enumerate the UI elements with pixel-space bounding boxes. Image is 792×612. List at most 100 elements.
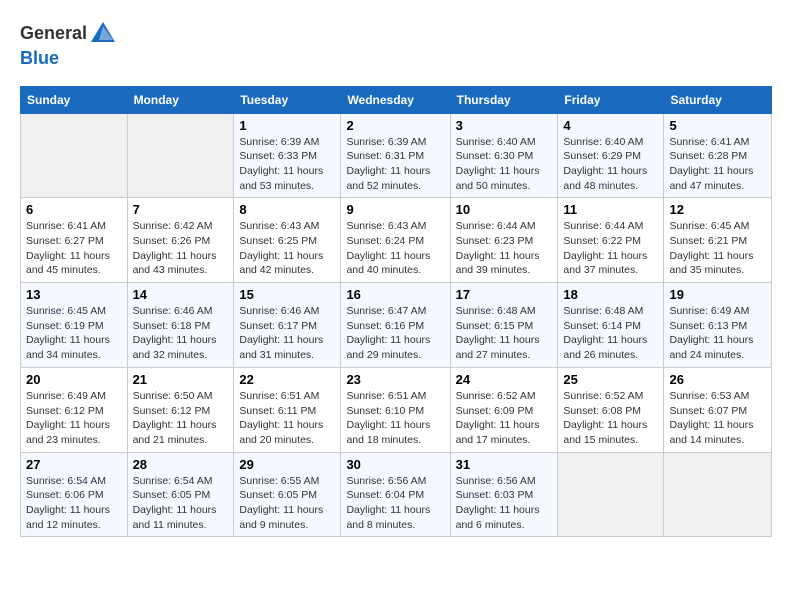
calendar-week-0: 1 Sunrise: 6:39 AM Sunset: 6:33 PM Daylig… (21, 113, 772, 198)
calendar-cell: 18 Sunrise: 6:48 AM Sunset: 6:14 PM Dayli… (558, 283, 664, 368)
calendar-cell: 26Sunrise: 6:53 AM Sunset: 6:07 PM Dayli… (664, 367, 772, 452)
calendar-cell: 20 Sunrise: 6:49 AM Sunset: 6:12 PM Dayli… (21, 367, 128, 452)
day-number: 6 (26, 202, 122, 217)
day-number: 29 (239, 457, 335, 472)
day-number: 15 (239, 287, 335, 302)
weekday-header-wednesday: Wednesday (341, 86, 450, 113)
calendar-cell: 17 Sunrise: 6:48 AM Sunset: 6:15 PM Dayli… (450, 283, 558, 368)
day-info: Sunrise: 6:56 AM Sunset: 6:03 PM Dayligh… (456, 474, 553, 533)
calendar-week-4: 27 Sunrise: 6:54 AM Sunset: 6:06 PM Dayli… (21, 452, 772, 537)
day-info: Sunrise: 6:54 AM Sunset: 6:05 PM Dayligh… (133, 474, 229, 533)
logo-blue-text: Blue (20, 48, 59, 68)
day-number: 12 (669, 202, 766, 217)
day-number: 1 (239, 118, 335, 133)
day-info: Sunrise: 6:56 AM Sunset: 6:04 PM Dayligh… (346, 474, 444, 533)
calendar-cell: 8 Sunrise: 6:43 AM Sunset: 6:25 PM Daylig… (234, 198, 341, 283)
day-number: 23 (346, 372, 444, 387)
calendar-cell: 21Sunrise: 6:50 AM Sunset: 6:12 PM Dayli… (127, 367, 234, 452)
day-number: 17 (456, 287, 553, 302)
calendar-cell: 4 Sunrise: 6:40 AM Sunset: 6:29 PM Daylig… (558, 113, 664, 198)
day-info: Sunrise: 6:48 AM Sunset: 6:14 PM Dayligh… (563, 304, 658, 363)
weekday-row: SundayMondayTuesdayWednesdayThursdayFrid… (21, 86, 772, 113)
calendar-cell: 12Sunrise: 6:45 AM Sunset: 6:21 PM Dayli… (664, 198, 772, 283)
day-info: Sunrise: 6:46 AM Sunset: 6:17 PM Dayligh… (239, 304, 335, 363)
logo-general-text: General (20, 23, 87, 43)
day-info: Sunrise: 6:47 AM Sunset: 6:16 PM Dayligh… (346, 304, 444, 363)
calendar-cell: 30 Sunrise: 6:56 AM Sunset: 6:04 PM Dayli… (341, 452, 450, 537)
day-info: Sunrise: 6:44 AM Sunset: 6:23 PM Dayligh… (456, 219, 553, 278)
weekday-header-monday: Monday (127, 86, 234, 113)
day-number: 4 (563, 118, 658, 133)
calendar-cell (664, 452, 772, 537)
day-info: Sunrise: 6:41 AM Sunset: 6:27 PM Dayligh… (26, 219, 122, 278)
day-number: 30 (346, 457, 444, 472)
day-info: Sunrise: 6:41 AM Sunset: 6:28 PM Dayligh… (669, 135, 766, 194)
calendar-cell (127, 113, 234, 198)
day-info: Sunrise: 6:51 AM Sunset: 6:10 PM Dayligh… (346, 389, 444, 448)
day-number: 28 (133, 457, 229, 472)
calendar-cell: 13 Sunrise: 6:45 AM Sunset: 6:19 PM Dayli… (21, 283, 128, 368)
day-info: Sunrise: 6:39 AM Sunset: 6:31 PM Dayligh… (346, 135, 444, 194)
day-info: Sunrise: 6:40 AM Sunset: 6:29 PM Dayligh… (563, 135, 658, 194)
weekday-header-thursday: Thursday (450, 86, 558, 113)
calendar-cell: 7 Sunrise: 6:42 AM Sunset: 6:26 PM Daylig… (127, 198, 234, 283)
calendar-cell: 9Sunrise: 6:43 AM Sunset: 6:24 PM Daylig… (341, 198, 450, 283)
calendar-cell: 6 Sunrise: 6:41 AM Sunset: 6:27 PM Daylig… (21, 198, 128, 283)
calendar-week-1: 6 Sunrise: 6:41 AM Sunset: 6:27 PM Daylig… (21, 198, 772, 283)
calendar-cell: 16 Sunrise: 6:47 AM Sunset: 6:16 PM Dayli… (341, 283, 450, 368)
day-info: Sunrise: 6:45 AM Sunset: 6:19 PM Dayligh… (26, 304, 122, 363)
calendar-cell: 31 Sunrise: 6:56 AM Sunset: 6:03 PM Dayli… (450, 452, 558, 537)
day-number: 14 (133, 287, 229, 302)
calendar-cell: 11 Sunrise: 6:44 AM Sunset: 6:22 PM Dayli… (558, 198, 664, 283)
day-info: Sunrise: 6:55 AM Sunset: 6:05 PM Dayligh… (239, 474, 335, 533)
weekday-header-tuesday: Tuesday (234, 86, 341, 113)
day-info: Sunrise: 6:54 AM Sunset: 6:06 PM Dayligh… (26, 474, 122, 533)
page-header: General Blue (20, 20, 772, 70)
calendar-cell: 3 Sunrise: 6:40 AM Sunset: 6:30 PM Daylig… (450, 113, 558, 198)
calendar-cell: 22 Sunrise: 6:51 AM Sunset: 6:11 PM Dayli… (234, 367, 341, 452)
day-info: Sunrise: 6:51 AM Sunset: 6:11 PM Dayligh… (239, 389, 335, 448)
day-number: 19 (669, 287, 766, 302)
calendar-week-3: 20 Sunrise: 6:49 AM Sunset: 6:12 PM Dayli… (21, 367, 772, 452)
calendar-cell: 15 Sunrise: 6:46 AM Sunset: 6:17 PM Dayli… (234, 283, 341, 368)
calendar-body: 1 Sunrise: 6:39 AM Sunset: 6:33 PM Daylig… (21, 113, 772, 537)
day-info: Sunrise: 6:48 AM Sunset: 6:15 PM Dayligh… (456, 304, 553, 363)
calendar-cell: 10 Sunrise: 6:44 AM Sunset: 6:23 PM Dayli… (450, 198, 558, 283)
calendar-cell: 14Sunrise: 6:46 AM Sunset: 6:18 PM Dayli… (127, 283, 234, 368)
day-info: Sunrise: 6:40 AM Sunset: 6:30 PM Dayligh… (456, 135, 553, 194)
day-number: 20 (26, 372, 122, 387)
day-info: Sunrise: 6:53 AM Sunset: 6:07 PM Dayligh… (669, 389, 766, 448)
calendar-cell (558, 452, 664, 537)
day-number: 8 (239, 202, 335, 217)
logo: General Blue (20, 20, 117, 70)
calendar-cell: 5Sunrise: 6:41 AM Sunset: 6:28 PM Daylig… (664, 113, 772, 198)
calendar-cell: 27 Sunrise: 6:54 AM Sunset: 6:06 PM Dayli… (21, 452, 128, 537)
day-number: 31 (456, 457, 553, 472)
day-number: 10 (456, 202, 553, 217)
day-info: Sunrise: 6:43 AM Sunset: 6:25 PM Dayligh… (239, 219, 335, 278)
day-number: 16 (346, 287, 444, 302)
weekday-header-sunday: Sunday (21, 86, 128, 113)
day-number: 18 (563, 287, 658, 302)
calendar-cell: 2 Sunrise: 6:39 AM Sunset: 6:31 PM Daylig… (341, 113, 450, 198)
day-number: 22 (239, 372, 335, 387)
calendar-cell: 19Sunrise: 6:49 AM Sunset: 6:13 PM Dayli… (664, 283, 772, 368)
day-info: Sunrise: 6:52 AM Sunset: 6:08 PM Dayligh… (563, 389, 658, 448)
calendar-header: SundayMondayTuesdayWednesdayThursdayFrid… (21, 86, 772, 113)
day-number: 2 (346, 118, 444, 133)
day-info: Sunrise: 6:43 AM Sunset: 6:24 PM Dayligh… (346, 219, 444, 278)
day-info: Sunrise: 6:50 AM Sunset: 6:12 PM Dayligh… (133, 389, 229, 448)
day-info: Sunrise: 6:49 AM Sunset: 6:12 PM Dayligh… (26, 389, 122, 448)
logo-icon (89, 20, 117, 48)
day-number: 24 (456, 372, 553, 387)
calendar-cell: 1 Sunrise: 6:39 AM Sunset: 6:33 PM Daylig… (234, 113, 341, 198)
day-number: 27 (26, 457, 122, 472)
day-info: Sunrise: 6:42 AM Sunset: 6:26 PM Dayligh… (133, 219, 229, 278)
day-info: Sunrise: 6:44 AM Sunset: 6:22 PM Dayligh… (563, 219, 658, 278)
day-number: 7 (133, 202, 229, 217)
day-number: 3 (456, 118, 553, 133)
day-info: Sunrise: 6:39 AM Sunset: 6:33 PM Dayligh… (239, 135, 335, 194)
day-number: 11 (563, 202, 658, 217)
day-number: 13 (26, 287, 122, 302)
calendar-cell (21, 113, 128, 198)
